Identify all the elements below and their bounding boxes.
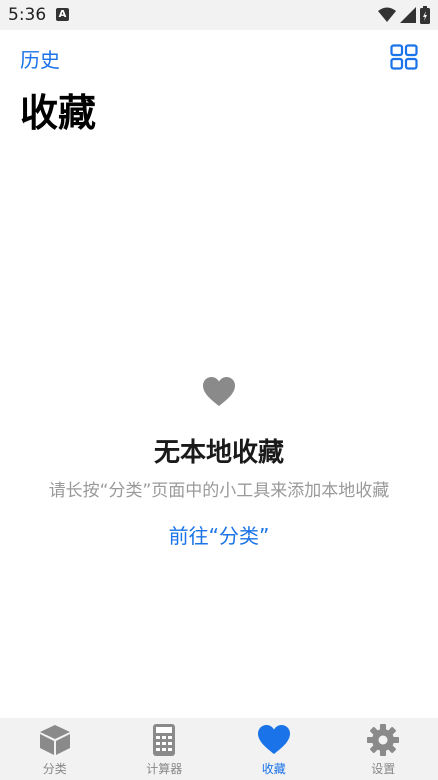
empty-state-description: 请长按“分类”页面中的小工具来添加本地收藏 (48, 481, 390, 501)
tab-favorites-label: 收藏 (261, 762, 286, 776)
tab-category-label: 分类 (42, 762, 67, 776)
calculator-icon (153, 724, 176, 756)
tab-settings-label: 设置 (371, 762, 396, 776)
tab-bar: 分类 计算器 收藏 设置 (0, 718, 438, 780)
tab-category[interactable]: 分类 (0, 718, 110, 780)
status-bar: 5:36 A (0, 0, 438, 30)
tab-calculator[interactable]: 计算器 (110, 718, 220, 780)
signal-icon (400, 7, 416, 23)
cube-icon (39, 725, 70, 755)
wifi-icon (378, 7, 396, 22)
page-title: 收藏 (20, 91, 97, 135)
gear-icon (367, 724, 400, 756)
grid-view-button[interactable] (390, 44, 418, 70)
heart-icon (203, 377, 235, 406)
grid-icon (390, 44, 418, 70)
tab-settings[interactable]: 设置 (329, 718, 438, 780)
notification-icon: A (56, 8, 69, 21)
battery-icon (420, 6, 430, 24)
tab-calculator-label: 计算器 (146, 762, 183, 776)
status-time: 5:36 (8, 5, 47, 25)
status-icons (378, 6, 430, 24)
go-to-category-link[interactable]: 前往“分类” (0, 520, 438, 549)
heart-icon (257, 725, 290, 754)
tab-favorites[interactable]: 收藏 (219, 718, 329, 780)
history-button[interactable]: 历史 (20, 44, 60, 73)
empty-state-title: 无本地收藏 (153, 438, 284, 468)
